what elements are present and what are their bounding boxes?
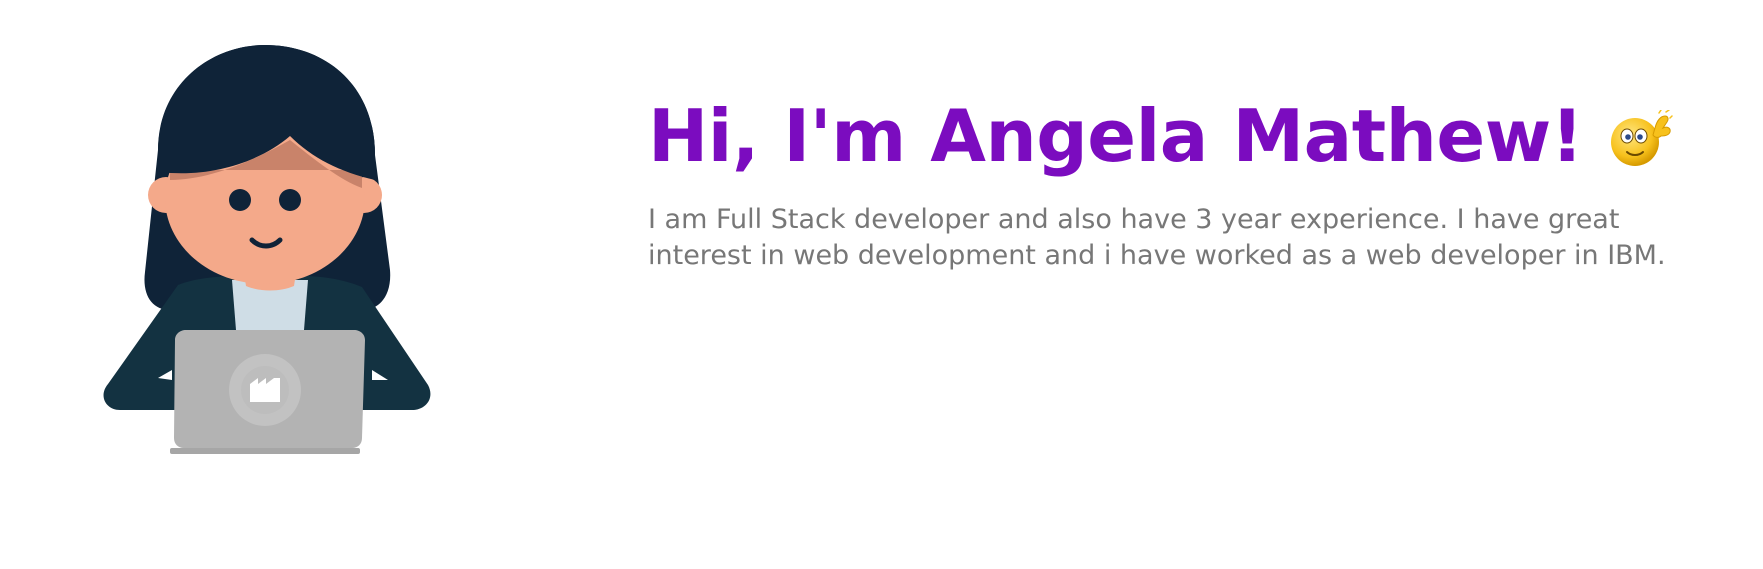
greeting-row: Hi, I'm Angela Mathew!	[648, 100, 1738, 172]
right-eye	[279, 189, 301, 211]
developer-avatar-icon	[100, 40, 440, 460]
left-eye	[229, 189, 251, 211]
laptop-icon	[170, 330, 365, 454]
intro-block: Hi, I'm Angela Mathew! I am Full Stack d…	[648, 100, 1738, 274]
factory-icon	[250, 378, 280, 402]
hero-section: Hi, I'm Angela Mathew! I am Full Stack d…	[0, 0, 1763, 569]
intro-text: I am Full Stack developer and also have …	[648, 204, 1666, 271]
page-title: Hi, I'm Angela Mathew!	[648, 94, 1584, 178]
waving-smiley-icon	[1609, 109, 1673, 168]
